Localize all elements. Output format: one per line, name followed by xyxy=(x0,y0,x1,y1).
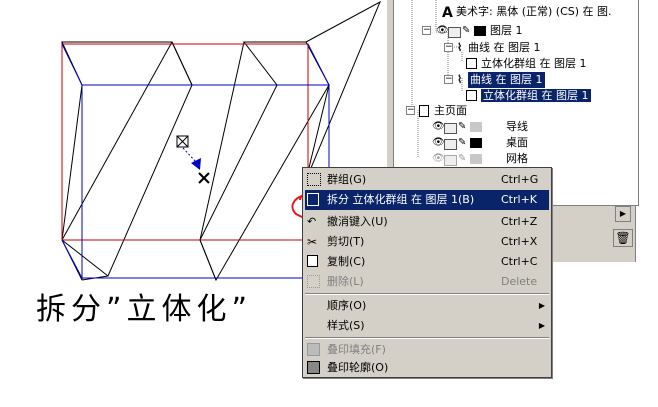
menu-item-overprint-fill[interactable]: 叠印填充(F) xyxy=(305,340,549,360)
menu-item-overprint-outline[interactable]: 叠印轮廓(O) xyxy=(305,358,549,378)
layer-color-swatch xyxy=(470,122,482,132)
overprint-fill-icon xyxy=(307,343,320,356)
collapse-icon[interactable]: − xyxy=(444,75,453,84)
layer-color-swatch xyxy=(470,138,482,148)
center-handle-icon[interactable] xyxy=(176,135,189,148)
selection-box-blue xyxy=(81,84,330,279)
vanishing-point-icon[interactable] xyxy=(198,172,210,184)
tree-item-text[interactable]: A 美术字: 黑体 (正常) (CS) 在 图. xyxy=(442,4,612,20)
caption-title: 拆分”立体化” xyxy=(36,292,253,327)
menu-item-order[interactable]: 顺序(O) ▶ xyxy=(305,296,549,316)
menu-separator xyxy=(305,293,549,295)
submenu-arrow-icon: ▶ xyxy=(538,301,545,310)
pencil-icon[interactable]: ✎ xyxy=(458,151,466,167)
page-icon xyxy=(419,105,429,117)
layer-color-swatch xyxy=(474,26,486,36)
scroll-right-icon[interactable]: ▶ xyxy=(615,206,631,222)
menu-separator xyxy=(305,337,549,339)
curve-icon: ⌇ xyxy=(457,73,463,86)
undo-icon: ↶ xyxy=(307,215,317,228)
menu-item-group[interactable]: 群组(G) Ctrl+G xyxy=(305,170,549,190)
menu-item-delete[interactable]: 删除(L) Delete xyxy=(305,272,549,292)
trash-icon[interactable]: 🗑 xyxy=(613,229,633,247)
tree-item-extrude-group-1[interactable]: 立体化群组 在 图层 1 xyxy=(466,56,587,72)
eye-icon[interactable]: 👁 xyxy=(436,23,449,39)
menu-item-undo[interactable]: ↶ 撤消键入(U) Ctrl+Z xyxy=(305,212,549,232)
printer-icon[interactable] xyxy=(444,139,457,150)
eye-icon[interactable]: 👁 xyxy=(432,135,445,151)
pencil-icon[interactable]: ✎ xyxy=(462,23,470,39)
copy-icon xyxy=(307,255,318,267)
menu-item-copy[interactable]: 复制(C) Ctrl+C xyxy=(305,252,549,272)
scissors-icon: ✂ xyxy=(307,235,318,249)
overprint-outline-icon xyxy=(307,361,320,374)
pencil-icon[interactable]: ✎ xyxy=(458,135,466,151)
collapse-icon[interactable]: − xyxy=(406,106,415,115)
break-apart-icon xyxy=(307,193,319,206)
printer-icon[interactable] xyxy=(448,27,461,38)
vanishing-point-arrow-icon[interactable] xyxy=(191,158,201,170)
extrude-group-icon xyxy=(466,58,477,69)
text-tool-icon: A xyxy=(442,5,453,21)
eye-icon[interactable]: 👁 xyxy=(432,119,445,135)
curve-icon: ⌇ xyxy=(457,41,463,54)
printer-icon[interactable] xyxy=(444,123,457,134)
printer-icon[interactable] xyxy=(444,155,457,166)
context-menu: 群组(G) Ctrl+G 拆分 立体化群组 在 图层 1(B) Ctrl+K ↶… xyxy=(302,167,552,378)
group-icon xyxy=(307,173,321,186)
delete-icon xyxy=(307,275,320,288)
submenu-arrow-icon: ▶ xyxy=(538,321,545,330)
pencil-icon[interactable]: ✎ xyxy=(458,119,466,135)
extrude-group-icon xyxy=(466,90,477,101)
collapse-icon[interactable]: − xyxy=(444,43,453,52)
menu-item-style[interactable]: 样式(S) ▶ xyxy=(305,316,549,336)
eye-icon[interactable]: 👁 xyxy=(432,151,445,167)
layer-color-swatch xyxy=(470,154,482,164)
collapse-icon[interactable]: − xyxy=(422,26,431,35)
menu-item-break-apart-extrude[interactable]: 拆分 立体化群组 在 图层 1(B) Ctrl+K xyxy=(305,190,549,210)
menu-item-cut[interactable]: ✂ 剪切(T) Ctrl+X xyxy=(305,232,549,252)
tree-item-extrude-group-2[interactable]: 立体化群组 在 图层 1 xyxy=(466,88,591,104)
